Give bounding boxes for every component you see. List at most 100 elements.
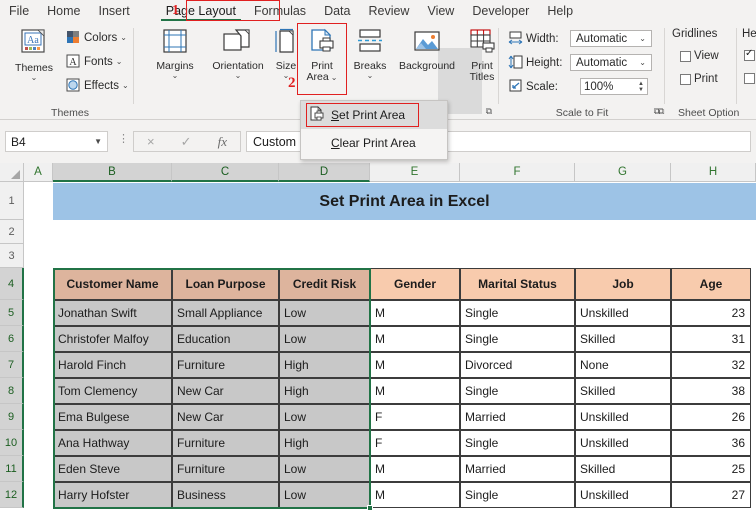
column-header-c[interactable]: C	[172, 163, 279, 182]
tab-developer[interactable]: Developer	[463, 0, 538, 22]
table-cell[interactable]: Furniture	[172, 456, 279, 482]
column-header-f[interactable]: F	[460, 163, 575, 182]
tab-review[interactable]: Review	[359, 0, 418, 22]
chevron-down-icon[interactable]: ⌄	[639, 34, 648, 43]
table-cell[interactable]: High	[279, 430, 370, 456]
width-combo[interactable]: Automatic ⌄	[570, 30, 652, 47]
chevron-down-icon[interactable]: ⌄	[235, 72, 242, 80]
headings-print-checkbox[interactable]	[744, 73, 755, 84]
gridlines-print-row[interactable]: Print	[680, 73, 718, 85]
table-cell[interactable]: Skilled	[575, 456, 671, 482]
tab-page-layout[interactable]: Page Layout	[157, 0, 245, 22]
themes-button[interactable]: Aa Themes ⌄	[8, 28, 60, 82]
table-cell[interactable]: Harold Finch	[53, 352, 172, 378]
column-header-g[interactable]: G	[575, 163, 671, 182]
table-cell[interactable]: Business	[172, 482, 279, 508]
row-header-3[interactable]: 3	[0, 244, 24, 268]
table-cell[interactable]: Harry Hofster	[53, 482, 172, 508]
enter-icon[interactable]: ✓	[181, 134, 192, 150]
column-header-d[interactable]: D	[279, 163, 370, 182]
table-cell[interactable]: 23	[671, 300, 751, 326]
table-cell[interactable]: Education	[172, 326, 279, 352]
table-cell[interactable]: M	[370, 456, 460, 482]
gridlines-print-checkbox[interactable]	[680, 73, 691, 85]
table-cell[interactable]: Unskilled	[575, 300, 671, 326]
table-cell[interactable]: New Car	[172, 378, 279, 404]
table-cell[interactable]: Unskilled	[575, 430, 671, 456]
row-header-8[interactable]: 8	[0, 378, 24, 404]
insert-function-icon[interactable]: fx	[218, 134, 227, 150]
table-cell[interactable]: Furniture	[172, 430, 279, 456]
table-cell[interactable]: Single	[460, 326, 575, 352]
background-button[interactable]: Background	[390, 28, 464, 72]
gridlines-view-row[interactable]: View	[680, 50, 719, 62]
table-cell[interactable]: Low	[279, 482, 370, 508]
table-cell[interactable]: M	[370, 378, 460, 404]
table-cell[interactable]: M	[370, 352, 460, 378]
column-header-h[interactable]: H	[671, 163, 756, 182]
chevron-down-icon[interactable]: ⌄	[116, 57, 123, 66]
table-cell[interactable]: Single	[460, 378, 575, 404]
table-cell[interactable]: Small Appliance	[172, 300, 279, 326]
row-header-5[interactable]: 5	[0, 300, 24, 326]
table-cell[interactable]: 38	[671, 378, 751, 404]
sheet-options-dialog-launcher[interactable]: ⧉	[658, 106, 664, 117]
row-header-2[interactable]: 2	[0, 220, 24, 244]
scale-spinner[interactable]: 100% ▲ ▼	[580, 78, 648, 95]
row-header-9[interactable]: 9	[0, 404, 24, 430]
headings-print-row[interactable]	[744, 73, 755, 84]
table-cell[interactable]: High	[279, 352, 370, 378]
table-cell[interactable]: Divorced	[460, 352, 575, 378]
tab-file[interactable]: File	[0, 0, 38, 22]
chevron-down-icon[interactable]: ⌄	[120, 33, 127, 42]
gridlines-view-checkbox[interactable]	[680, 50, 691, 62]
column-header-b[interactable]: B	[53, 163, 172, 182]
tab-home[interactable]: Home	[38, 0, 89, 22]
tab-formulas[interactable]: Formulas	[245, 0, 315, 22]
table-cell[interactable]: Skilled	[575, 378, 671, 404]
table-cell[interactable]: Skilled	[575, 326, 671, 352]
table-cell[interactable]: 31	[671, 326, 751, 352]
themes-fonts-button[interactable]: A Fonts ⌄	[66, 54, 122, 69]
table-cell[interactable]: 36	[671, 430, 751, 456]
chevron-down-icon[interactable]: ⌄	[331, 73, 338, 82]
row-header-10[interactable]: 10	[0, 430, 24, 456]
table-cell[interactable]: M	[370, 326, 460, 352]
row-header-6[interactable]: 6	[0, 326, 24, 352]
table-cell[interactable]: High	[279, 378, 370, 404]
table-cell[interactable]: Low	[279, 300, 370, 326]
spinner-arrows-icon[interactable]: ▲ ▼	[638, 81, 644, 93]
table-cell[interactable]: Low	[279, 326, 370, 352]
breaks-button[interactable]: Breaks ⌄	[348, 28, 392, 80]
table-cell[interactable]: Tom Clemency	[53, 378, 172, 404]
row-header-11[interactable]: 11	[0, 456, 24, 482]
menu-item-set-print-area[interactable]: Set Print Area	[301, 101, 447, 129]
tab-help[interactable]: Help	[538, 0, 582, 22]
headings-view-row[interactable]	[744, 48, 755, 61]
row-header-12[interactable]: 12	[0, 482, 24, 508]
table-cell[interactable]: None	[575, 352, 671, 378]
table-cell[interactable]: Unskilled	[575, 482, 671, 508]
table-cell[interactable]: Married	[460, 404, 575, 430]
row-header-1[interactable]: 1	[0, 182, 24, 220]
table-cell[interactable]: Single	[460, 430, 575, 456]
page-setup-dialog-launcher[interactable]: ⧉	[486, 106, 492, 117]
table-cell[interactable]: Christofer Malfoy	[53, 326, 172, 352]
selection-fill-handle[interactable]	[367, 505, 373, 511]
table-cell[interactable]: New Car	[172, 404, 279, 430]
table-cell[interactable]: Furniture	[172, 352, 279, 378]
chevron-down-icon[interactable]: ⌄	[172, 72, 179, 80]
margins-button[interactable]: Margins ⌄	[146, 28, 204, 80]
table-cell[interactable]: Low	[279, 456, 370, 482]
row-header-4[interactable]: 4	[0, 268, 24, 300]
headings-view-checkbox[interactable]	[744, 48, 755, 61]
chevron-down-icon[interactable]: ⌄	[122, 81, 129, 90]
column-header-a[interactable]: A	[24, 163, 53, 182]
chevron-down-icon[interactable]: ⌄	[367, 72, 374, 80]
table-cell[interactable]: Married	[460, 456, 575, 482]
table-cell[interactable]: M	[370, 300, 460, 326]
table-cell[interactable]: M	[370, 482, 460, 508]
height-combo[interactable]: Automatic ⌄	[570, 54, 652, 71]
tab-data[interactable]: Data	[315, 0, 359, 22]
tab-view[interactable]: View	[418, 0, 463, 22]
